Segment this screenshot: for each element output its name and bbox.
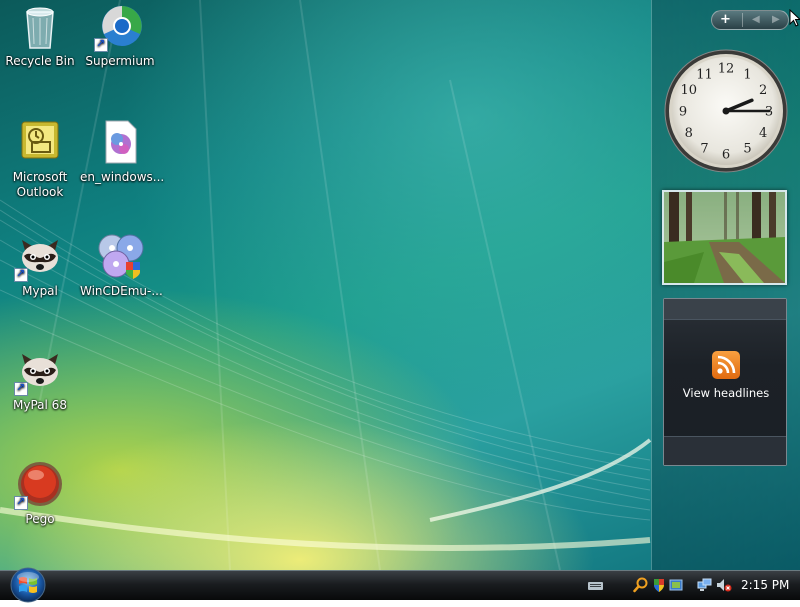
clock-numeral: 11	[696, 67, 713, 82]
search-icon[interactable]	[633, 577, 649, 593]
supermium-icon	[94, 2, 144, 52]
desktop[interactable]: Recycle Bin Supermium Micro	[0, 0, 800, 570]
shortcut-arrow-icon	[14, 380, 28, 396]
outlook-icon	[16, 118, 64, 166]
security-icon[interactable]	[651, 577, 667, 593]
divider	[742, 13, 743, 27]
gadget-controls: + ◀ ▶	[711, 10, 789, 30]
wincdemu-shortcut[interactable]: WinCDEmu-...	[80, 232, 163, 299]
clock-numeral: 7	[700, 142, 708, 157]
supermium-shortcut[interactable]: Supermium	[80, 2, 160, 69]
start-button[interactable]	[6, 567, 50, 603]
clock-numeral: 10	[681, 83, 698, 98]
clock-numeral: 9	[679, 105, 687, 120]
supermium-label: Supermium	[85, 54, 155, 68]
clock-numeral: 5	[743, 142, 751, 157]
pego-label: Pego	[25, 512, 55, 526]
red-button-icon	[14, 460, 64, 510]
volume-muted-icon[interactable]	[716, 577, 732, 593]
cd-discs-icon	[96, 232, 144, 280]
view-headlines-link[interactable]: View headlines	[664, 386, 788, 400]
next-page-button[interactable]: ▶	[772, 11, 780, 29]
en-windows-label: en_windows...	[80, 170, 165, 184]
keyboard-icon[interactable]	[588, 582, 603, 590]
clock-numeral: 6	[722, 148, 730, 163]
raccoon-icon	[14, 346, 64, 396]
network-icon[interactable]	[697, 577, 713, 593]
clock-numeral: 12	[718, 62, 735, 77]
en-windows-file[interactable]: en_windows...	[80, 118, 165, 185]
mypal-shortcut[interactable]: Mypal	[0, 232, 80, 299]
outlook-shortcut[interactable]: Microsoft Outlook	[0, 118, 80, 200]
pego-shortcut[interactable]: Pego	[0, 460, 80, 527]
feed-footer	[664, 436, 786, 465]
outlook-label: Microsoft Outlook	[12, 170, 68, 199]
feed-header	[664, 299, 786, 320]
clock-numeral: 4	[759, 126, 767, 141]
slideshow-gadget[interactable]	[662, 190, 787, 285]
clock-numeral: 2	[759, 83, 767, 98]
windows-update-icon[interactable]	[668, 577, 684, 593]
mypal68-label: MyPal 68	[13, 398, 67, 412]
add-gadget-button[interactable]: +	[720, 11, 731, 29]
taskbar: 2:15 PM	[0, 567, 800, 603]
mouse-cursor-icon	[789, 9, 800, 27]
raccoon-icon	[14, 232, 64, 282]
mypal-label: Mypal	[22, 284, 58, 298]
clock-time[interactable]: 2:15 PM	[741, 578, 789, 592]
shortcut-arrow-icon	[14, 266, 28, 282]
previous-page-button[interactable]: ◀	[752, 11, 760, 29]
rss-icon	[712, 351, 740, 379]
disc-image-file-icon	[96, 118, 144, 166]
recycle-bin-shortcut[interactable]: Recycle Bin	[0, 2, 80, 69]
clock-numeral: 8	[685, 126, 693, 141]
shortcut-arrow-icon	[94, 36, 108, 52]
feed-headlines-gadget[interactable]: View headlines	[663, 298, 787, 466]
clock-numeral: 1	[743, 67, 751, 82]
recycle-bin-label: Recycle Bin	[5, 54, 75, 68]
shortcut-arrow-icon	[14, 494, 28, 510]
recycle-bin-icon	[16, 2, 64, 50]
clock-gadget[interactable]: 123456789101112	[663, 48, 789, 174]
forest-photo	[664, 192, 785, 283]
wincdemu-label: WinCDEmu-...	[80, 284, 163, 298]
mypal68-shortcut[interactable]: MyPal 68	[0, 346, 80, 413]
